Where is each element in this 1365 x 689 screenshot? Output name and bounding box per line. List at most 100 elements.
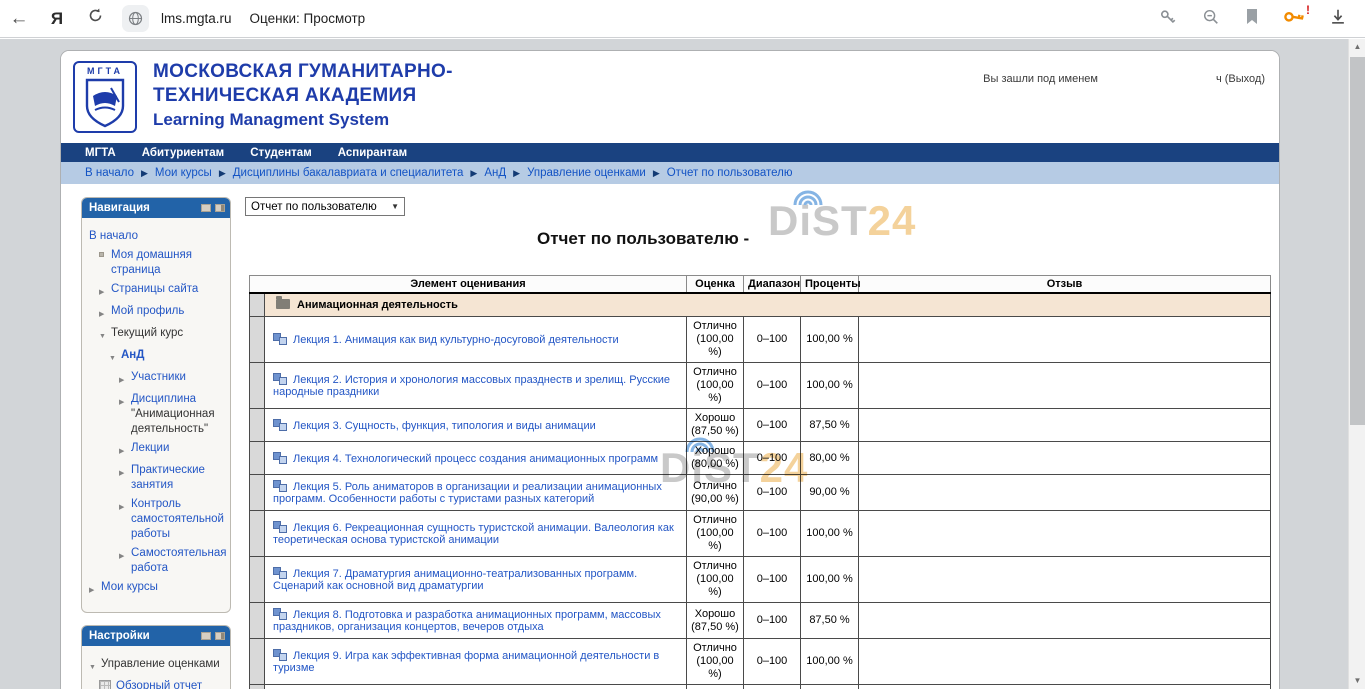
lesson-icon: [273, 480, 287, 492]
page-title: Отчет по пользователю -: [537, 229, 749, 249]
indent-cell: [250, 442, 265, 475]
tree-item-label[interactable]: Самостоятельная работа: [131, 546, 226, 576]
tree-item-label[interactable]: Лекции: [131, 441, 169, 456]
tree-marker-icon[interactable]: ▶: [119, 441, 131, 459]
grade-percent-cell: 87,50 %: [801, 603, 859, 639]
breadcrumb-link[interactable]: В начало: [85, 167, 134, 179]
tree-item-label[interactable]: Мой профиль: [111, 304, 184, 319]
breadcrumb-link[interactable]: Управление оценками: [527, 167, 646, 179]
scroll-up-icon[interactable]: ▲: [1349, 39, 1365, 55]
vertical-scrollbar[interactable]: ▲ ▼: [1348, 39, 1365, 689]
breadcrumb-link[interactable]: АнД: [484, 167, 506, 179]
indent-cell: [250, 409, 265, 442]
breadcrumb-link[interactable]: Отчет по пользователю: [667, 167, 793, 179]
grade-item-link[interactable]: Лекция 5. Роль аниматоров в организации …: [273, 481, 662, 505]
grade-value-cell: Отлично(100,00 %): [687, 511, 744, 557]
lesson-icon: [273, 452, 287, 464]
grade-value-percent: (100,00 %): [689, 527, 741, 553]
breadcrumb-link[interactable]: Мои курсы: [155, 167, 212, 179]
tree-item-label[interactable]: В начало: [89, 229, 138, 244]
grade-item-link[interactable]: Лекция 2. История и хронология массовых …: [273, 374, 670, 398]
indent-cell: [250, 475, 265, 511]
category-row: Анимационная деятельность: [250, 293, 1271, 317]
tree-item: ▶Участники: [89, 370, 226, 388]
tree-marker-icon[interactable]: ▼: [109, 348, 121, 366]
site-title: МОСКОВСКАЯ ГУМАНИТАРНО- ТЕХНИЧЕСКАЯ АКАД…: [153, 60, 453, 132]
tree-marker-icon[interactable]: ▶: [119, 463, 131, 481]
breadcrumb-separator: ▶: [141, 168, 148, 179]
feedback-cell: [859, 639, 1271, 685]
tree-item: ▶Мои курсы: [89, 580, 226, 598]
grade-item-link[interactable]: Лекция 7. Драматургия анимационно-театра…: [273, 568, 637, 592]
tree-item-label[interactable]: Страницы сайта: [111, 282, 198, 297]
tree-item-label[interactable]: Обзорный отчет: [116, 679, 202, 689]
tree-item-label[interactable]: Дисциплина"Анимационная деятельность": [131, 392, 226, 437]
tree-marker-icon[interactable]: ▶: [119, 546, 131, 564]
url-text[interactable]: lms.mgta.ru: [161, 11, 232, 26]
tree-marker-icon[interactable]: ▶: [119, 497, 131, 515]
back-button[interactable]: ←: [0, 8, 38, 30]
indent-cell: [250, 511, 265, 557]
grade-item-cell: Лекция 4. Технологический процесс создан…: [265, 442, 687, 475]
academy-logo[interactable]: МГТА: [73, 61, 137, 133]
lesson-icon: [273, 333, 287, 345]
zoom-page-icon[interactable]: [1202, 8, 1220, 31]
tree-item: Моя домашняя страница: [89, 248, 226, 278]
logout-link[interactable]: ч (Выход): [1216, 73, 1265, 85]
tree-item-label[interactable]: Моя домашняя страница: [111, 248, 226, 278]
tree-marker-icon[interactable]: ▼: [89, 657, 101, 675]
bookmark-icon[interactable]: [1245, 8, 1259, 30]
nav-item[interactable]: Аспирантам: [338, 147, 407, 159]
grade-value-percent: (100,00 %): [689, 655, 741, 681]
refresh-button[interactable]: [76, 7, 114, 30]
tree-item-label[interactable]: Мои курсы: [101, 580, 158, 595]
settings-block-header: Настройки: [82, 626, 230, 646]
tree-item-label[interactable]: Практические занятия: [131, 463, 226, 493]
dock-block-icon[interactable]: [215, 204, 225, 212]
site-info-chip[interactable]: [122, 5, 149, 32]
password-alert-icon[interactable]: !: [1284, 7, 1304, 32]
grade-row: Лекция 1. Анимация как вид культурно-дос…: [250, 317, 1271, 363]
content: Навигация В началоМоя домашняя страница▶…: [61, 184, 1279, 689]
tree-item-label[interactable]: Участники: [131, 370, 186, 385]
tree-marker-icon[interactable]: ▶: [99, 304, 111, 322]
breadcrumb-link[interactable]: Дисциплины бакалавриата и специалитета: [233, 167, 464, 179]
scroll-down-icon[interactable]: ▼: [1349, 673, 1365, 689]
settings-title: Настройки: [89, 630, 150, 642]
grade-row: Лекция 7. Драматургия анимационно-театра…: [250, 557, 1271, 603]
grade-item-link[interactable]: Лекция 6. Рекреационная сущность туристс…: [273, 522, 674, 546]
grade-value-cell: Отлично(100,00 %): [687, 363, 744, 409]
grade-item-link[interactable]: Лекция 3. Сущность, функция, типология и…: [293, 420, 596, 432]
dock-block-icon[interactable]: [215, 632, 225, 640]
grade-item-link[interactable]: Лекция 9. Игра как эффективная форма ани…: [273, 650, 659, 674]
tree-item-label[interactable]: Контроль самостоятельной работы: [131, 497, 226, 542]
yandex-logo[interactable]: Я: [38, 9, 76, 29]
scrollbar-thumb[interactable]: [1350, 57, 1365, 425]
tree-marker-icon[interactable]: ▶: [119, 392, 131, 410]
report-type-select[interactable]: Отчет по пользователю ▼: [245, 197, 405, 216]
tree-marker-icon[interactable]: ▶: [119, 370, 131, 388]
nav-item[interactable]: Абитуриентам: [142, 147, 224, 159]
collapse-block-icon[interactable]: [201, 204, 211, 212]
tree-marker-icon[interactable]: ▶: [89, 580, 101, 598]
tree-marker-icon[interactable]: ▼: [99, 326, 111, 344]
collapse-block-icon[interactable]: [201, 632, 211, 640]
grade-item-cell: Лекция 8. Подготовка и разработка анимац…: [265, 603, 687, 639]
grade-item-cell: ✔Итоговое тестирование: [265, 685, 687, 689]
grade-row: ✔Итоговое тестированиеОтлично(100,00 %)0…: [250, 685, 1271, 689]
grade-range-cell: 0–100: [744, 363, 801, 409]
grade-item-link[interactable]: Лекция 1. Анимация как вид культурно-дос…: [293, 334, 619, 346]
feedback-cell: [859, 685, 1271, 689]
tree-marker-icon[interactable]: ▶: [99, 282, 111, 300]
grade-item-cell: Лекция 7. Драматургия анимационно-театра…: [265, 557, 687, 603]
grade-range-cell: 0–100: [744, 639, 801, 685]
download-icon[interactable]: [1329, 8, 1347, 31]
grade-item-link[interactable]: Лекция 8. Подготовка и разработка анимац…: [273, 609, 661, 633]
nav-item[interactable]: Студентам: [250, 147, 312, 159]
key-icon[interactable]: [1159, 8, 1177, 31]
grade-item-link[interactable]: Лекция 4. Технологический процесс создан…: [293, 453, 658, 465]
grade-row: Лекция 3. Сущность, функция, типология и…: [250, 409, 1271, 442]
grade-item-cell: Лекция 6. Рекреационная сущность туристс…: [265, 511, 687, 557]
tree-item-label[interactable]: АнД: [121, 348, 144, 363]
nav-item[interactable]: МГТА: [85, 147, 116, 159]
